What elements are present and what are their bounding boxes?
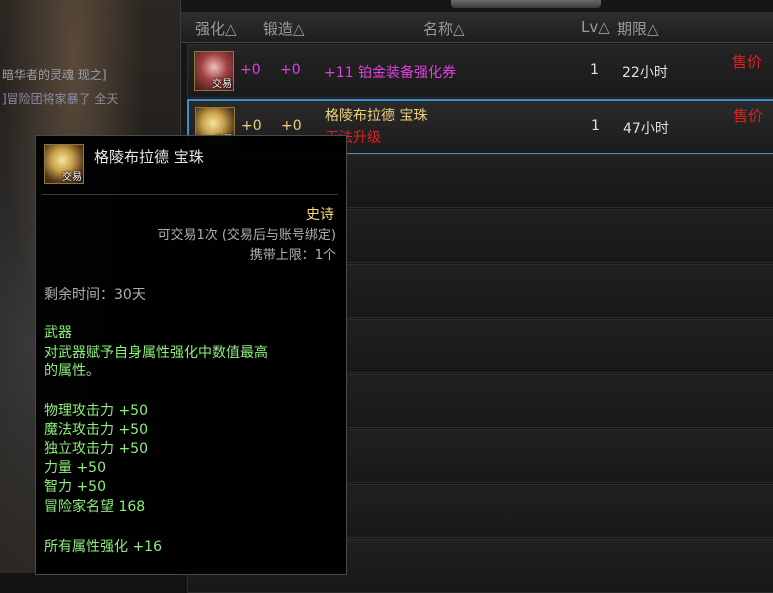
sort-name[interactable]: 名称△ <box>423 18 465 39</box>
sort-level[interactable]: Lv△ <box>581 18 610 36</box>
table-row[interactable]: 交易 +0 +0 +11 铂金装备强化券 1 22小时 售价 <box>187 44 773 98</box>
tooltip-title: 格陵布拉德 宝珠 <box>94 148 204 166</box>
price-label: 售价 <box>733 107 764 125</box>
elemental-stat: 所有属性强化 +16 <box>44 539 162 555</box>
item-name: 格陵布拉德 宝珠 <box>325 108 428 124</box>
ticket-icon: 交易 <box>194 51 234 91</box>
orb-icon: 交易 <box>44 144 84 184</box>
column-header: 强化△ 锻造△ 名称△ Lv△ 期限△ <box>181 12 773 43</box>
stat-line: 物理攻击力 +50 <box>44 403 148 419</box>
item-name: +11 铂金装备强化券 <box>324 65 456 81</box>
rarity-label: 史诗 <box>306 207 334 223</box>
trade-info: 可交易1次 (交易后与账号绑定) <box>157 228 336 243</box>
price-label: 售价 <box>732 53 763 71</box>
item-level: 1 <box>591 118 600 134</box>
trade-tag: 交易 <box>62 172 82 183</box>
item-level: 1 <box>590 62 599 78</box>
forge-value: +0 <box>280 62 301 78</box>
stat-line: 力量 +50 <box>44 460 106 476</box>
sort-expire[interactable]: 期限△ <box>617 18 659 39</box>
description-line: 对武器赋予自身属性强化中数值最高 <box>44 345 268 361</box>
sort-forge[interactable]: 锻造△ <box>263 18 305 39</box>
item-expire: 47小时 <box>623 121 669 137</box>
item-expire: 22小时 <box>622 65 668 81</box>
enhance-value: +0 <box>240 62 261 78</box>
stat-line: 智力 +50 <box>44 479 106 495</box>
chat-line: ]冒险团将家暴了 全天 <box>2 92 119 106</box>
item-tooltip: 交易 格陵布拉德 宝珠 史诗 可交易1次 (交易后与账号绑定) 携带上限：1个 … <box>35 135 347 575</box>
carry-limit: 携带上限：1个 <box>249 248 336 263</box>
stat-line: 魔法攻击力 +50 <box>44 422 148 438</box>
trade-tag: 交易 <box>212 79 232 90</box>
divider <box>42 194 338 195</box>
description-line: 的属性。 <box>44 363 100 379</box>
chat-line: 暗华者的灵魂 现之] <box>2 68 107 82</box>
enhance-value: +0 <box>241 118 262 134</box>
slot-type: 武器 <box>44 325 72 341</box>
panel-tab[interactable] <box>451 0 601 8</box>
stat-line: 独立攻击力 +50 <box>44 441 148 457</box>
remaining-time: 剩余时间：30天 <box>44 287 146 303</box>
stat-line: 冒险家名望 168 <box>44 499 146 515</box>
sort-enhance[interactable]: 强化△ <box>195 18 237 39</box>
forge-value: +0 <box>281 118 302 134</box>
